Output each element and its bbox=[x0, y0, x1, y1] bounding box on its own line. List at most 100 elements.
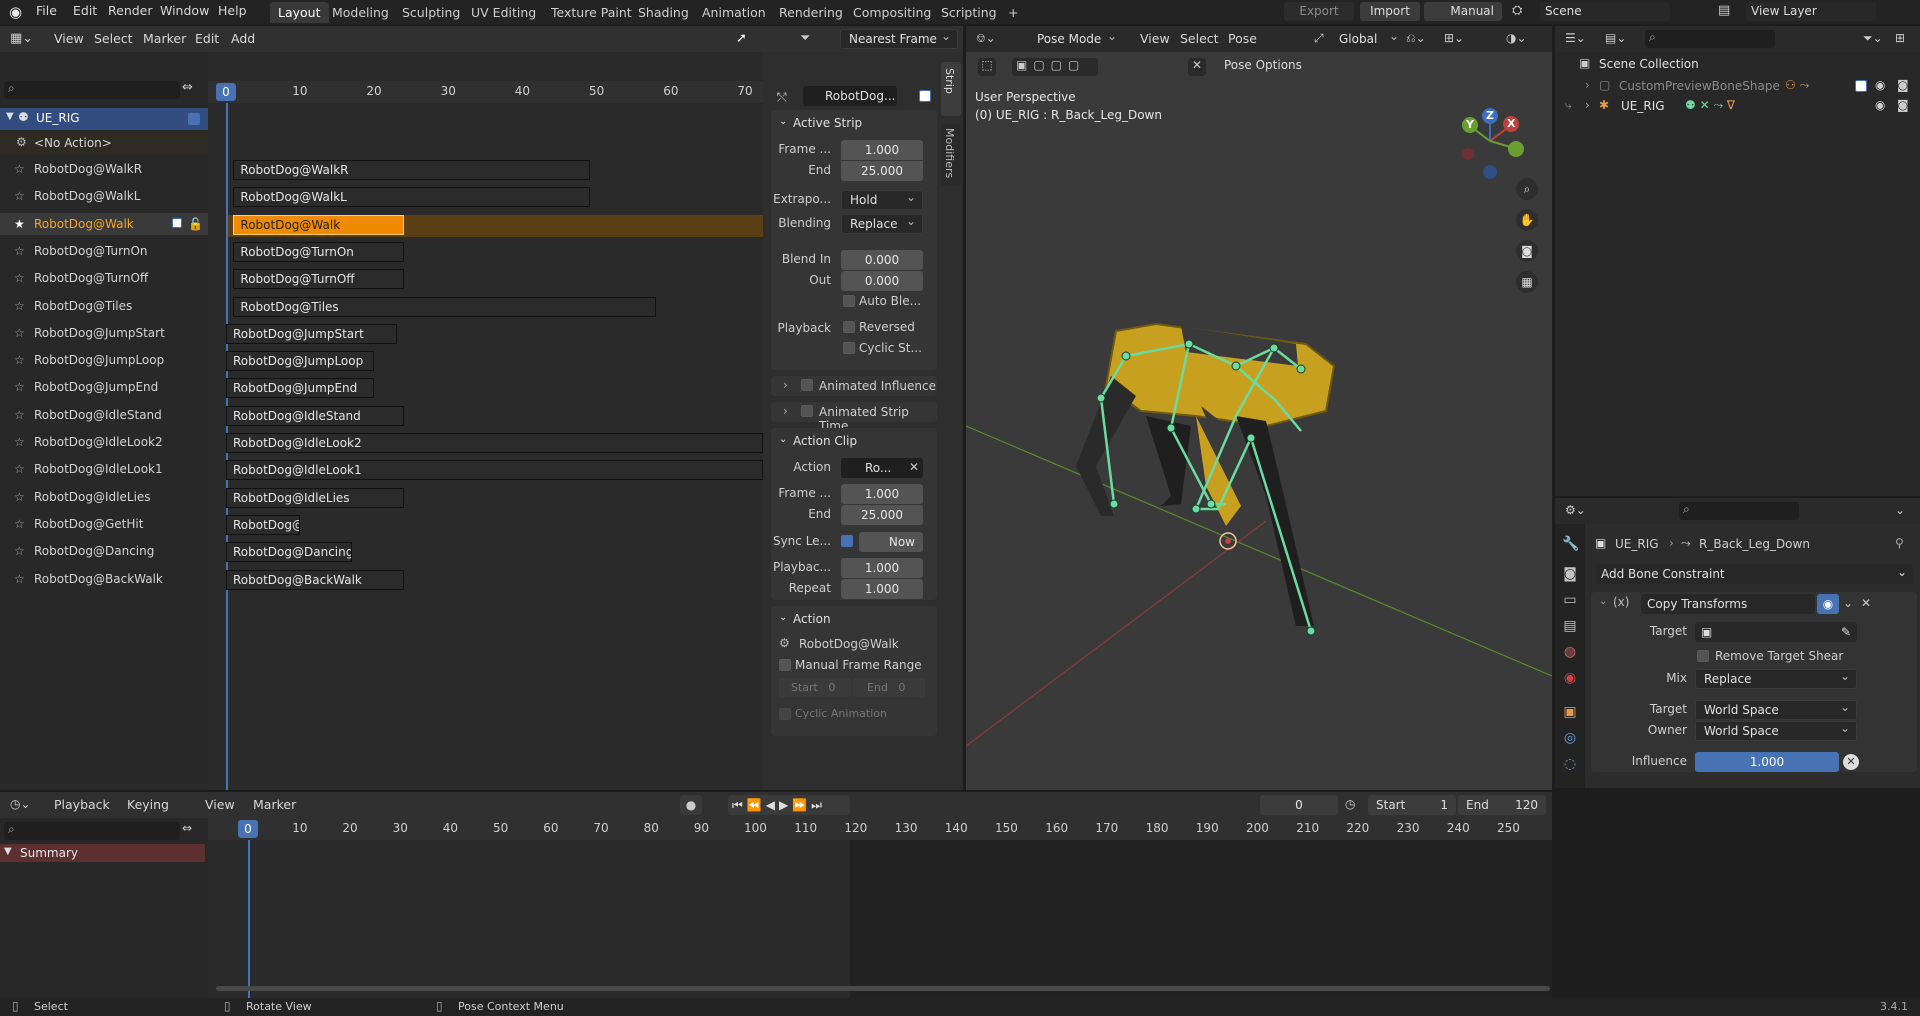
chevron-down-icon[interactable]: ⌄ bbox=[1843, 596, 1853, 610]
3d-viewport[interactable]: ⎊⌄ ✥ Pose Mode ViewSelectPose ⤢ Global ⎌… bbox=[966, 26, 1552, 790]
navigation-gizmo[interactable]: Z X Y bbox=[1454, 96, 1534, 186]
menu-file[interactable]: File bbox=[36, 3, 57, 18]
hand-pan-icon[interactable]: ✋ bbox=[1516, 209, 1538, 231]
nla-strip[interactable]: RobotDog@Tiles bbox=[233, 296, 657, 317]
start-frame-field[interactable]: Start 1 bbox=[1368, 795, 1456, 815]
reversed-checkbox[interactable] bbox=[843, 321, 855, 333]
timeline-search-input[interactable]: ⌕ bbox=[4, 822, 180, 840]
menu-window[interactable]: Window bbox=[160, 3, 209, 18]
disable-keep-icon[interactable]: ✕ bbox=[1843, 754, 1859, 770]
export-button[interactable]: Export bbox=[1284, 2, 1354, 21]
star-icon[interactable]: ☆ bbox=[14, 540, 25, 562]
repeat-field[interactable]: 1.000 bbox=[841, 579, 923, 599]
panel-expand-icon[interactable]: ⌄ bbox=[1599, 596, 1607, 607]
physics-icon[interactable]: ◌ bbox=[1562, 756, 1578, 772]
star-icon[interactable]: ☆ bbox=[14, 458, 25, 480]
playback-scale-field[interactable]: 1.000 bbox=[841, 558, 923, 578]
workspace-tab-texture-paint[interactable]: Texture Paint bbox=[543, 2, 640, 23]
remove-shear-checkbox[interactable] bbox=[1697, 650, 1709, 662]
snap-dropdown[interactable]: Nearest Frame bbox=[840, 27, 958, 49]
editor-type-icon[interactable]: ▦⌄ bbox=[10, 31, 33, 46]
nla-strip[interactable]: RobotDog@JumpEnd bbox=[226, 378, 375, 399]
star-icon[interactable]: ☆ bbox=[14, 404, 25, 426]
view-layer-icon[interactable]: ▤ bbox=[1718, 3, 1730, 18]
track-row[interactable]: ☆ RobotDog@TurnOff bbox=[0, 267, 208, 289]
timeline-scrollbar[interactable] bbox=[216, 986, 1550, 991]
options-icon[interactable]: ⌄ bbox=[1895, 503, 1905, 517]
nla-menu-marker[interactable]: Marker bbox=[143, 31, 186, 46]
properties-search-input[interactable]: ⌕ bbox=[1679, 502, 1799, 520]
track-row[interactable]: ☆ RobotDog@IdleLies bbox=[0, 486, 208, 508]
target-space-dropdown[interactable]: World Space bbox=[1695, 698, 1857, 720]
track-row[interactable]: ☆ RobotDog@IdleLook1 bbox=[0, 458, 208, 480]
star-icon[interactable]: ☆ bbox=[14, 486, 25, 508]
panel-expand-icon[interactable]: ⌄ bbox=[779, 612, 787, 623]
star-icon[interactable]: ☆ bbox=[14, 349, 25, 371]
strip-tab[interactable]: Strip bbox=[941, 62, 961, 116]
collection-checkbox[interactable] bbox=[1855, 80, 1867, 92]
extrapolation-dropdown[interactable]: Hold bbox=[841, 188, 923, 210]
new-collection-icon[interactable]: ⊞ bbox=[1895, 31, 1905, 45]
view-layer-selector[interactable]: View Layer bbox=[1746, 2, 1876, 21]
nla-strip[interactable]: RobotDog@JumpStart bbox=[226, 323, 397, 344]
mix-dropdown[interactable]: Replace bbox=[1695, 667, 1857, 689]
nla-strip[interactable]: RobotDog@Walk bbox=[233, 214, 405, 235]
workspace-tab-layout[interactable]: Layout bbox=[270, 2, 329, 23]
timeline-current-frame[interactable]: 0 bbox=[238, 820, 258, 838]
summary-row[interactable]: ▼ Summary bbox=[0, 844, 205, 862]
camera-icon[interactable]: ◙ bbox=[1897, 98, 1909, 112]
workspace-tab-animation[interactable]: Animation bbox=[694, 2, 774, 23]
track-row[interactable]: ☆ RobotDog@JumpEnd bbox=[0, 376, 208, 398]
panel-expand-icon[interactable]: ⌄ bbox=[779, 116, 787, 127]
track-row[interactable]: ☆ RobotDog@IdleStand bbox=[0, 404, 208, 426]
render-icon[interactable]: ◙ bbox=[1562, 566, 1578, 582]
workspace-tab-scripting[interactable]: Scripting bbox=[933, 2, 1005, 23]
add-bone-constraint-dropdown[interactable]: Add Bone Constraint ⌄ bbox=[1595, 564, 1913, 584]
scene-selector[interactable]: Scene bbox=[1540, 2, 1670, 21]
nla-menu-select[interactable]: Select bbox=[94, 31, 133, 46]
nla-strip[interactable]: RobotDog@WalkL bbox=[233, 187, 590, 208]
star-icon[interactable]: ☆ bbox=[14, 240, 25, 262]
owner-space-dropdown[interactable]: World Space bbox=[1695, 719, 1857, 741]
track-row[interactable]: ☆ RobotDog@IdleLook2 bbox=[0, 431, 208, 453]
snap-icon[interactable]: ⏷ bbox=[800, 31, 810, 46]
editor-type-icon[interactable]: ⚙⌄ bbox=[1565, 503, 1586, 517]
star-icon[interactable]: ☆ bbox=[14, 376, 25, 398]
object-row[interactable]: ▼ ⚉ UE_RIG bbox=[0, 108, 208, 130]
close-icon[interactable]: ✕ bbox=[909, 460, 919, 474]
no-action-row[interactable]: ⚙ <No Action> bbox=[0, 132, 208, 154]
menu-edit[interactable]: Edit bbox=[73, 3, 97, 18]
end-frame-field[interactable]: End 120 bbox=[1458, 795, 1546, 815]
nla-strip[interactable]: RobotDog@Dancing bbox=[226, 542, 353, 563]
timeline-menu-playback[interactable]: Playback bbox=[54, 797, 110, 812]
influence-slider[interactable]: 1.000 bbox=[1695, 752, 1839, 772]
playback-controls[interactable]: ⏮⏪◀▶⏩⏭ bbox=[728, 795, 850, 815]
nla-menu-view[interactable]: View bbox=[54, 31, 84, 46]
track-row[interactable]: ☆ RobotDog@TurnOn bbox=[0, 240, 208, 262]
timeline-menu-marker[interactable]: Marker bbox=[253, 797, 296, 812]
nla-strip[interactable]: RobotDog@IdleLies bbox=[226, 487, 405, 508]
grid-view-icon[interactable]: ▦ bbox=[1516, 271, 1538, 293]
blend-out-field[interactable]: 0.000 bbox=[841, 271, 923, 291]
manual-range-checkbox[interactable] bbox=[779, 659, 791, 671]
track-solo-checkbox[interactable] bbox=[172, 217, 182, 228]
star-icon[interactable]: ☆ bbox=[14, 513, 25, 535]
scene-icon[interactable]: ◍ bbox=[1562, 644, 1578, 660]
star-icon[interactable]: ★ bbox=[14, 213, 25, 235]
workspace-tab-shading[interactable]: Shading bbox=[630, 2, 697, 23]
star-icon[interactable]: ☆ bbox=[14, 322, 25, 344]
nla-strip[interactable]: RobotDog@IdleStand bbox=[226, 405, 405, 426]
modifiers-tab[interactable]: Modifiers bbox=[941, 124, 961, 186]
object-checkbox[interactable] bbox=[188, 113, 200, 125]
panel-expand-icon[interactable]: ⌄ bbox=[779, 434, 787, 445]
constraint-name-field[interactable]: Copy Transforms bbox=[1641, 594, 1815, 614]
clip-frame-field[interactable]: 1.000 bbox=[841, 484, 923, 504]
range-end-field[interactable]: End 0 bbox=[853, 678, 925, 697]
end-field[interactable]: 25.000 bbox=[841, 161, 923, 181]
cyclic-animation-checkbox[interactable] bbox=[779, 708, 791, 720]
menu-help[interactable]: Help bbox=[218, 3, 247, 18]
camera-icon[interactable]: ◙ bbox=[1897, 78, 1909, 92]
nla-strip[interactable]: RobotDog@TurnOn bbox=[233, 241, 405, 262]
track-row[interactable]: ☆ RobotDog@Tiles bbox=[0, 295, 208, 317]
swap-icon[interactable]: ⇔ bbox=[182, 80, 193, 95]
